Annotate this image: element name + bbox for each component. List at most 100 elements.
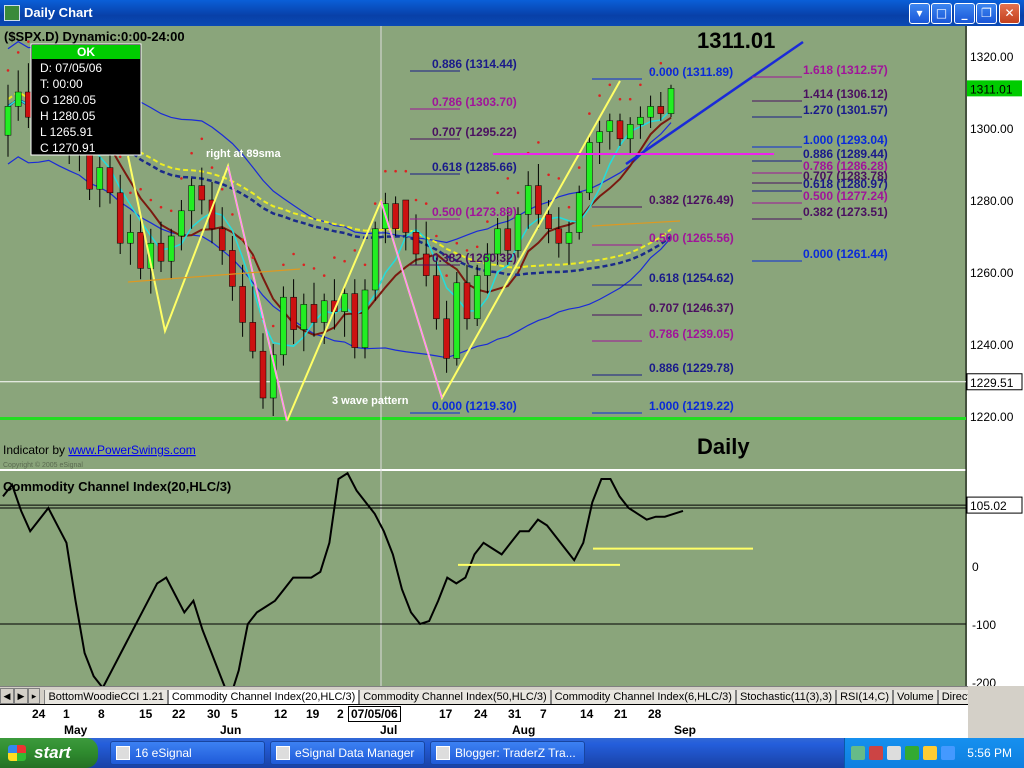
tray-icon-1[interactable] bbox=[851, 746, 865, 760]
candle-body bbox=[392, 203, 399, 230]
sar-dot bbox=[129, 191, 132, 195]
cci-tick-label: -200 bbox=[972, 676, 996, 686]
cci-tick-label: -100 bbox=[972, 618, 996, 632]
chart-canvas[interactable]: 0.886 (1314.44) 0.786 (1303.70) 0.707 (129… bbox=[0, 26, 1024, 686]
indicator-tabs: ◀ ▶ ▸ BottomWoodieCCI 1.21 Commodity Channe… bbox=[0, 686, 968, 704]
sar-dot bbox=[373, 202, 377, 205]
candle-body bbox=[14, 91, 22, 107]
candle-body bbox=[290, 296, 297, 330]
candle-body bbox=[310, 304, 318, 323]
windows-flag-icon bbox=[8, 745, 26, 761]
tab-volume[interactable]: Volume bbox=[892, 690, 938, 704]
month-label: Aug bbox=[512, 723, 536, 737]
candle-body bbox=[637, 116, 644, 125]
price-tick-label: 1320.00 bbox=[970, 50, 1014, 64]
fib-label: 0.618 (1285.66) bbox=[432, 160, 517, 174]
tab-scroll-icon[interactable]: ▸ bbox=[28, 688, 40, 704]
copyright: Copyright © 2005 eSignal bbox=[3, 461, 83, 469]
task-blogger[interactable]: Blogger: TraderZ Tra... bbox=[430, 741, 585, 765]
sar-dot bbox=[455, 241, 459, 245]
sar-dot bbox=[486, 220, 489, 223]
tab-rsi[interactable]: RSI(14,C) bbox=[836, 690, 893, 704]
data-window-low: L 1265.91 bbox=[40, 125, 93, 139]
candle-body bbox=[606, 120, 614, 132]
price-tick-label: 1260.00 bbox=[970, 266, 1014, 280]
sar-dot bbox=[394, 169, 397, 173]
candle-body bbox=[198, 185, 206, 201]
sma-note: right at 89sma bbox=[206, 148, 281, 160]
month-label: May bbox=[64, 723, 88, 737]
tray-icon-4[interactable] bbox=[905, 746, 919, 760]
time-tick-label: 7 bbox=[540, 707, 547, 721]
sar-dot bbox=[516, 191, 520, 195]
minimize-button[interactable]: _ bbox=[954, 3, 975, 24]
sar-dot bbox=[639, 83, 642, 87]
browser-icon bbox=[436, 746, 450, 760]
month-label: Jul bbox=[380, 723, 398, 737]
sar-dot bbox=[445, 274, 448, 277]
sar-dot bbox=[210, 166, 214, 169]
candle-body bbox=[433, 275, 440, 320]
indicator-credit: Indicator by www.PowerSwings.com bbox=[3, 443, 196, 457]
sar-dot bbox=[496, 191, 499, 195]
data-window-time: T: 00:00 bbox=[40, 77, 83, 91]
fib-label: 0.786 (1239.05) bbox=[649, 327, 734, 341]
task-data-manager[interactable]: eSignal Data Manager bbox=[270, 741, 425, 765]
time-tick-label: 30 bbox=[207, 707, 221, 721]
dropdown-button[interactable]: ▾ bbox=[909, 3, 930, 24]
cci-title: Commodity Channel Index(20,HLC/3) bbox=[3, 479, 231, 494]
tab-scroll-left-icon[interactable]: ◀ bbox=[0, 688, 14, 704]
tab-scroll-right-icon[interactable]: ▶ bbox=[14, 688, 28, 704]
candle-body bbox=[453, 282, 461, 359]
title-bar[interactable]: Daily Chart ▾ □ _ ❐ ✕ bbox=[0, 0, 1024, 26]
tray-icon-5[interactable] bbox=[923, 746, 937, 760]
time-tick-label: 24 bbox=[474, 707, 488, 721]
candle-body bbox=[4, 106, 12, 136]
sar-dot bbox=[537, 141, 540, 144]
sar-dot bbox=[547, 173, 550, 177]
orange-line-2 bbox=[591, 220, 681, 227]
candle-body bbox=[667, 88, 675, 114]
fib-label: 0.382 (1273.51) bbox=[803, 205, 888, 219]
fib-label: 1.000 (1219.22) bbox=[649, 399, 734, 413]
tab-cci-6[interactable]: Commodity Channel Index(6,HLC/3) bbox=[550, 690, 736, 704]
task-esignal[interactable]: 16 eSignal bbox=[110, 741, 265, 765]
symbol-line: ($SPX.D) Dynamic:0:00-24:00 bbox=[4, 29, 185, 44]
time-tick-label: 1 bbox=[63, 707, 70, 721]
data-window-high: H 1280.05 bbox=[40, 109, 96, 123]
tray-icon-3[interactable] bbox=[887, 746, 901, 760]
tab-stochastic[interactable]: Stochastic(11(3),3) bbox=[735, 690, 837, 704]
sar-dot bbox=[6, 69, 10, 72]
tray-icon-6[interactable] bbox=[941, 746, 955, 760]
fib-label: 0.000 (1311.89) bbox=[649, 65, 733, 79]
candle-body bbox=[657, 106, 665, 114]
sar-dot bbox=[139, 187, 142, 191]
time-axis: 24 1 8 15 22 30 5 12 19 2 17 24 31 7 14 21 28 May Jun Jul Au… bbox=[0, 704, 968, 738]
tab-cci-20[interactable]: Commodity Channel Index(20,HLC/3) bbox=[167, 690, 360, 704]
tab-directional[interactable]: Directiona bbox=[937, 690, 968, 704]
candle-body bbox=[565, 232, 573, 244]
data-window-open: O 1280.05 bbox=[40, 93, 96, 107]
last-price-label: 1311.01 bbox=[970, 82, 1013, 96]
window-title: Daily Chart bbox=[24, 5, 93, 20]
fib-label: 0.382 (1276.49) bbox=[649, 193, 734, 207]
close-button[interactable]: ✕ bbox=[999, 3, 1020, 24]
big-price: 1311.01 bbox=[697, 28, 775, 53]
tray-icon-2[interactable] bbox=[869, 746, 883, 760]
tab-bottomwoodiecci[interactable]: BottomWoodieCCI 1.21 bbox=[44, 690, 168, 704]
maximize-button[interactable]: ❐ bbox=[976, 3, 997, 24]
restore-icon[interactable]: □ bbox=[931, 3, 952, 24]
sar-dot bbox=[628, 97, 632, 101]
tab-cci-50[interactable]: Commodity Channel Index(50,HLC/3) bbox=[359, 690, 551, 704]
time-tick-label: 17 bbox=[439, 707, 453, 721]
candle-body bbox=[157, 242, 165, 262]
sar-dot bbox=[169, 209, 173, 213]
chart-area[interactable]: 0.886 (1314.44) 0.786 (1303.70) 0.707 (129… bbox=[0, 26, 1024, 686]
time-tick-label: 31 bbox=[508, 707, 522, 721]
candle-body bbox=[178, 210, 185, 237]
start-button[interactable]: start bbox=[0, 738, 98, 768]
candle-body bbox=[106, 167, 114, 194]
candle-body bbox=[86, 149, 93, 190]
sar-dot bbox=[271, 324, 275, 328]
candle-body bbox=[412, 232, 420, 255]
